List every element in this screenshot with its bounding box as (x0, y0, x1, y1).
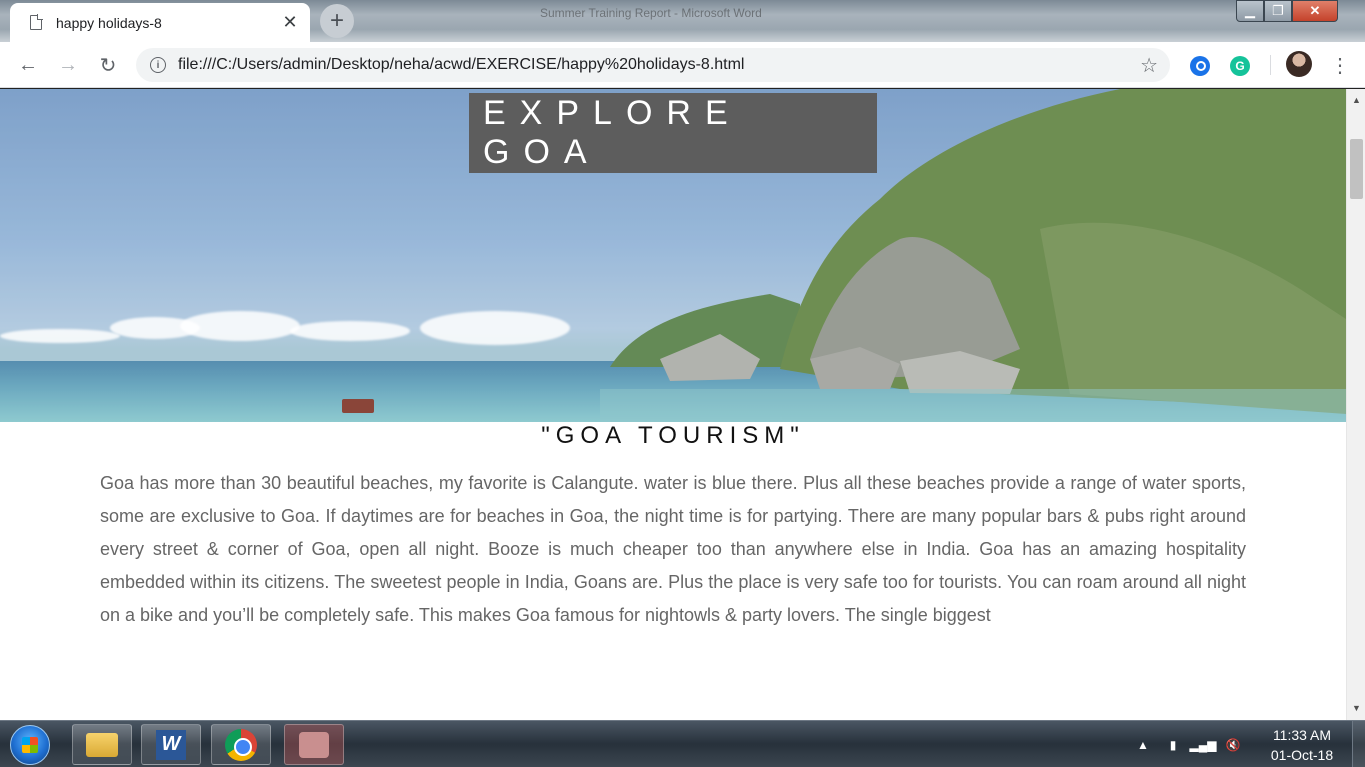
reload-button[interactable]: ↻ (92, 49, 124, 81)
page-content: "GOA TOURISM" Goa has more than 30 beaut… (0, 89, 1346, 720)
taskbar-chrome[interactable] (211, 724, 271, 765)
scroll-down-icon[interactable]: ▼ (1352, 703, 1361, 713)
network-icon[interactable]: ▂▄▆ (1190, 737, 1217, 753)
url-text[interactable]: file:///C:/Users/admin/Desktop/neha/acwd… (178, 56, 1140, 74)
arrow-left-icon: ← (18, 53, 38, 76)
minimize-button[interactable]: ▁ (1236, 0, 1264, 22)
document-icon (30, 14, 43, 30)
reload-icon: ↻ (99, 54, 117, 77)
battery-icon[interactable]: ▮ (1165, 737, 1181, 753)
more-vert-icon[interactable]: ⋮ (1330, 52, 1350, 78)
new-tab-button[interactable]: + (320, 4, 354, 38)
taskbar-clock[interactable]: 11:33 AM 01-Oct-18 (1262, 725, 1342, 765)
system-tray: ▲ ▮ ▂▄▆ 🔇 (1135, 733, 1241, 757)
folder-icon (86, 732, 118, 757)
taskbar-explorer[interactable] (72, 724, 132, 765)
star-icon[interactable]: ☆ (1140, 53, 1158, 78)
section-title: "GOA TOURISM" (541, 422, 805, 449)
chrome-icon (225, 728, 257, 761)
grammarly-extension-icon[interactable]: G (1230, 56, 1250, 76)
browser-tab[interactable]: happy holidays-8 ✕ (10, 3, 310, 42)
start-button[interactable] (10, 725, 50, 765)
word-icon: W (156, 729, 186, 760)
info-icon[interactable]: i (150, 57, 166, 73)
scrollbar-thumb[interactable] (1350, 139, 1363, 199)
close-window-button[interactable]: ✕ (1292, 0, 1338, 22)
taskbar-word[interactable]: W (141, 724, 201, 765)
search-extension-icon[interactable] (1190, 56, 1210, 76)
scissors-icon (299, 731, 329, 758)
tab-close-icon[interactable]: ✕ (278, 11, 302, 35)
show-desktop-button[interactable] (1352, 721, 1365, 767)
clock-time: 11:33 AM (1272, 727, 1332, 743)
background-window-title: Summer Training Report - Microsoft Word (540, 6, 762, 20)
volume-muted-icon[interactable]: 🔇 (1225, 737, 1241, 753)
section-paragraph: Goa has more than 30 beautiful beaches, … (100, 473, 1246, 625)
maximize-button[interactable]: ❐ (1264, 0, 1292, 22)
clock-date: 01-Oct-18 (1270, 747, 1334, 763)
page-viewport: EXPLORE GOA "GOA TOURISM" Goa has more t… (0, 89, 1346, 720)
page-scrollbar[interactable]: ▲ ▼ (1346, 89, 1365, 720)
taskbar-snipping-tool[interactable] (284, 724, 344, 765)
arrow-right-icon: → (58, 53, 78, 76)
address-bar[interactable]: i file:///C:/Users/admin/Desktop/neha/ac… (136, 48, 1170, 82)
windows-taskbar: W ▲ ▮ ▂▄▆ 🔇 11:33 AM 01-Oct-18 (0, 720, 1365, 767)
window-controls: ▁ ❐ ✕ (1236, 0, 1338, 22)
forward-button[interactable]: → (52, 49, 84, 81)
show-hidden-icons-icon[interactable]: ▲ (1135, 737, 1151, 753)
back-button[interactable]: ← (12, 49, 44, 81)
window-title-bar: Summer Training Report - Microsoft Word … (0, 0, 1365, 42)
toolbar-separator (1270, 55, 1271, 75)
browser-toolbar: ← → ↻ i file:///C:/Users/admin/Desktop/n… (0, 42, 1365, 88)
scroll-up-icon[interactable]: ▲ (1352, 95, 1361, 105)
profile-avatar[interactable] (1286, 51, 1312, 77)
tab-title: happy holidays-8 (56, 14, 162, 31)
